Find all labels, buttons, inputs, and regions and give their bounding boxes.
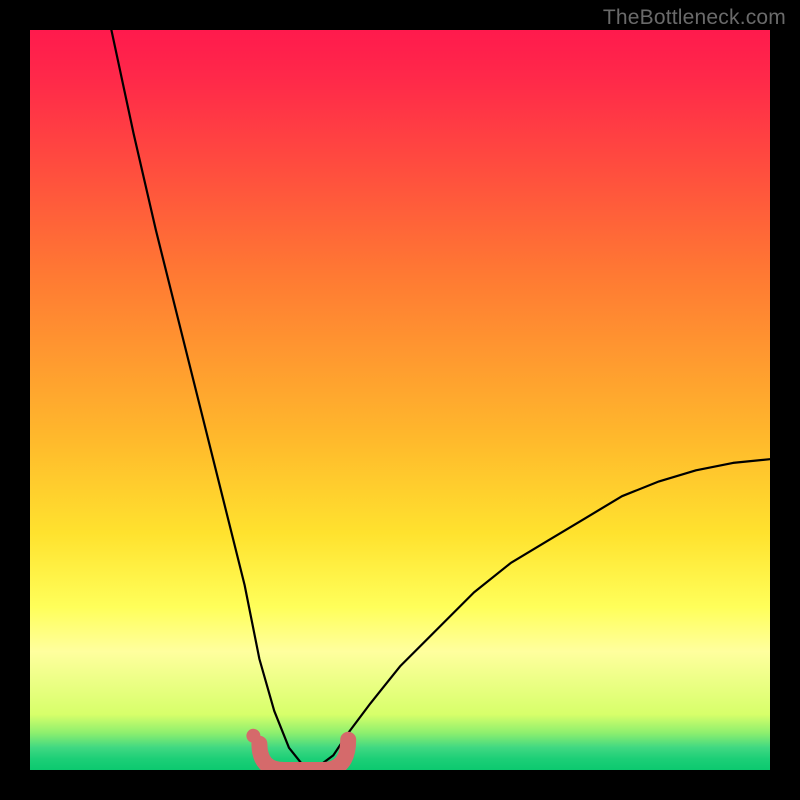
- bottleneck-curve-path: [111, 30, 770, 766]
- watermark-text: TheBottleneck.com: [603, 6, 786, 30]
- plot-overlay: [30, 30, 770, 770]
- plot-area: [30, 30, 770, 770]
- chart-frame: TheBottleneck.com: [0, 0, 800, 800]
- bottleneck-curve: [111, 30, 770, 766]
- notch-marker: [246, 729, 348, 770]
